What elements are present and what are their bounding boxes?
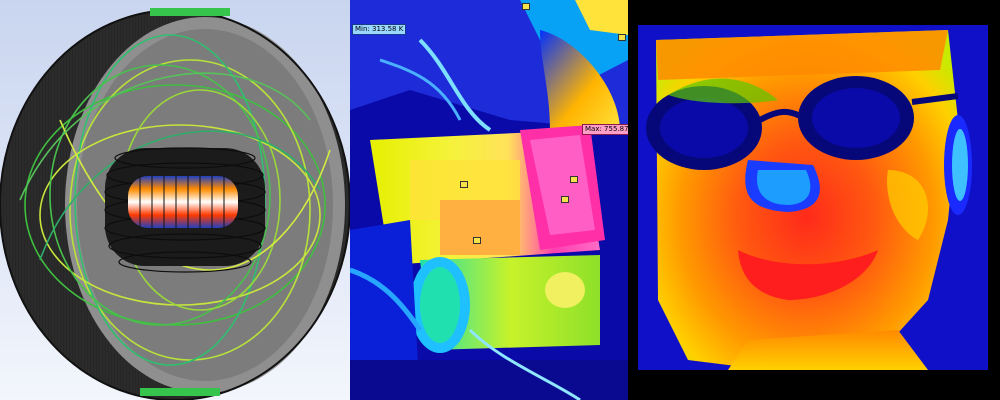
top-strip — [150, 8, 230, 16]
measurement-marker — [522, 3, 530, 10]
measurement-marker — [473, 237, 481, 244]
magnet-mesh-panel — [0, 0, 350, 400]
thermal-engine-image — [350, 0, 628, 400]
magnet-mesh-render — [0, 8, 350, 400]
min-temperature-readout: Min: 313.58 K — [352, 24, 407, 35]
thermal-face-panel — [628, 0, 1000, 400]
max-temperature-readout: Max: 755.87 K — [582, 124, 628, 135]
measurement-marker — [460, 181, 468, 188]
coil-stack — [104, 147, 266, 273]
thermal-engine-panel: Min: 313.58 K Max: 755.87 K — [350, 0, 628, 400]
measurement-marker — [618, 34, 626, 41]
measurement-marker — [570, 176, 578, 183]
image-strip: Min: 313.58 K Max: 755.87 K — [0, 0, 1000, 400]
bottom-strip — [140, 388, 220, 396]
measurement-marker — [561, 196, 569, 203]
thermal-face-image — [628, 0, 1000, 400]
